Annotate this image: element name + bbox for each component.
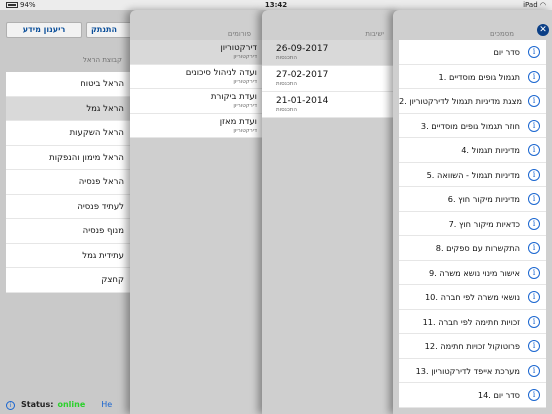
document-item[interactable]: 1. תגמול גופים מוסדיים i [399,65,546,89]
document-label: סדר יום [493,47,520,57]
info-icon[interactable]: i [528,217,540,230]
forum-item[interactable]: דירקטוריון דירקטוריון [130,40,265,65]
document-label: 7. כדאיות מיקור חוץ [448,218,520,229]
info-icon[interactable]: i [528,95,540,107]
document-item[interactable]: 10. נושאי משרה לפי חברה i [399,285,546,310]
info-icon[interactable]: i [528,46,540,58]
document-label: 10. נושאי משרה לפי חברה [424,292,520,302]
document-label: 9. אישור מינוי נושא משרה [428,267,520,278]
clock: 13:42 [264,1,288,9]
group-item[interactable]: מנוף פנסיה [6,219,146,244]
close-icon[interactable]: ✕ [537,24,549,36]
document-item[interactable]: 4. מדיניות תגמול i [399,138,546,163]
forum-title: ועדת מאזן [219,116,257,127]
meeting-type: התכנסות [276,81,298,87]
forum-title: דירקטוריון [220,43,257,53]
meeting-item[interactable]: 21-01-2014 התכנסות [262,92,398,118]
meeting-date: 21-01-2014 [276,96,329,106]
meetings-list: 26-09-2017 התכנסות 27-02-2017 התכנסות 21… [262,40,398,118]
info-icon[interactable]: i [528,193,540,205]
group-item[interactable]: לעתיד פנסיה [6,195,146,219]
info-icon[interactable]: i [528,389,540,401]
group-item[interactable]: הראל השקעות [6,121,146,146]
documents-header: מסמכים [490,30,514,38]
document-item[interactable]: 13. מערכת אייפד לדירקטוריון i [399,359,546,383]
document-item[interactable]: 8. התקשרות עם ספקים i [399,236,546,261]
info-icon[interactable]: i [6,401,15,410]
device-name: iPad [523,1,538,9]
forums-list: דירקטוריון דירקטוריון ועדה לניהול סיכוני… [130,40,265,138]
meeting-item[interactable]: 27-02-2017 התכנסות [262,66,398,92]
document-item[interactable]: 7. כדאיות מיקור חוץ i [399,212,546,236]
info-icon[interactable]: i [528,144,540,156]
forum-item[interactable]: ועדת ביקורת דירקטוריון [130,89,265,114]
group-item[interactable]: הראל גמל [6,96,146,121]
documents-panel: ✕ מסמכים סדר יום i 1. תגמול גופים מוסדיים… [393,10,552,414]
meeting-type: התכנסות [276,55,298,61]
document-item[interactable]: 11. זכויות חתימה לפי חברה i [399,310,546,334]
forum-subtitle: דירקטוריון [233,78,257,85]
status-value: online [57,400,86,409]
group-item[interactable]: עתידית גמל [6,244,146,268]
forums-header: פורומים [227,30,251,38]
meeting-item[interactable]: 26-09-2017 התכנסות [262,40,398,66]
document-item[interactable]: 5. מדיניות תגמול - השוואה i [399,163,546,187]
info-icon[interactable]: i [528,70,540,83]
info-icon[interactable]: i [528,340,540,352]
meetings-panel: ישיבות 26-09-2017 התכנסות 27-02-2017 התכ… [262,10,398,414]
document-label: 11. זכויות חתימה לפי חברה [422,316,520,327]
info-icon[interactable]: i [528,291,540,303]
forum-title: ועדת ביקורת [210,92,257,102]
document-label: 4. מדיניות תגמול [461,145,520,155]
group-item[interactable]: הראל מימון והנפקות [6,146,146,170]
document-item[interactable]: 2. מצגת מדיניות תגמול לדירקטוריון i [399,89,546,114]
forums-panel: פורומים דירקטוריון דירקטוריון ועדה לניהו… [130,10,265,414]
forum-item[interactable]: ועדת מאזן דירקטוריון [130,114,265,138]
forum-title: ועדה לניהול סיכונים [185,67,257,78]
info-icon[interactable]: i [528,364,540,377]
group-item[interactable]: הראל פנסיה [6,170,146,195]
language-toggle[interactable]: He [101,400,112,409]
meeting-date: 27-02-2017 [276,70,329,80]
document-label: 3. חוזר תגמול גופים מוסדיים [420,120,520,131]
forum-item[interactable]: ועדה לניהול סיכונים דירקטוריון [130,65,265,89]
document-label: 13. מערכת אייפד לדירקטוריון [415,365,520,376]
logout-button[interactable]: התנתק [86,22,136,38]
document-label: 14. סדר יום [477,390,520,400]
document-item[interactable]: 14. סדר יום i [399,383,546,408]
document-item[interactable]: 3. חוזר תגמול גופים מוסדיים i [399,114,546,138]
forum-subtitle: דירקטוריון [233,127,257,134]
document-item[interactable]: 6. מדיניות מיקור חוץ i [399,187,546,212]
group-item[interactable]: הראל ביטוח [6,72,146,97]
info-icon[interactable]: i [528,242,540,254]
document-label: 1. תגמול גופים מוסדיים [438,71,520,82]
document-label: 5. מדיניות תגמול - השוואה [426,169,520,180]
groups-header: קבוצת הראל [82,56,122,64]
info-icon[interactable]: i [528,168,540,181]
info-icon[interactable]: i [528,266,540,279]
document-item[interactable]: 9. אישור מינוי נושא משרה i [399,261,546,285]
group-item[interactable]: קחצק [6,268,146,293]
info-icon[interactable]: i [528,315,540,328]
refresh-info-button[interactable]: ריענון מידע [6,22,82,38]
info-icon[interactable]: i [528,119,540,132]
document-item[interactable]: סדר יום i [399,40,546,65]
wifi-icon: ◠ [539,1,546,9]
forum-subtitle: דירקטוריון [233,54,257,60]
documents-list: סדר יום i 1. תגמול גופים מוסדיים i 2. מצגת… [399,40,546,408]
document-label: 2. מצגת מדיניות תגמול לדירקטוריון [399,96,523,106]
status-label: Status: [21,400,54,409]
groups-list: הראל ביטוח הראל גמל הראל השקעות הראל מימ… [6,72,146,293]
document-label: 8. התקשרות עם ספקים [435,243,520,253]
status-bar: 94% 13:42 iPad ◠ [0,0,552,10]
device-label: iPad ◠ [523,0,546,10]
document-label: 6. מדיניות מיקור חוץ [447,194,520,204]
connection-footer: i Status: online He [6,400,112,410]
meetings-header: ישיבות [365,30,384,38]
meeting-type: התכנסות [276,107,298,113]
document-label: 12. פרוטוקול זכויות חתימה [424,341,520,351]
forum-subtitle: דירקטוריון [233,103,257,109]
document-item[interactable]: 12. פרוטוקול זכויות חתימה i [399,334,546,359]
meeting-date: 26-09-2017 [276,44,329,54]
